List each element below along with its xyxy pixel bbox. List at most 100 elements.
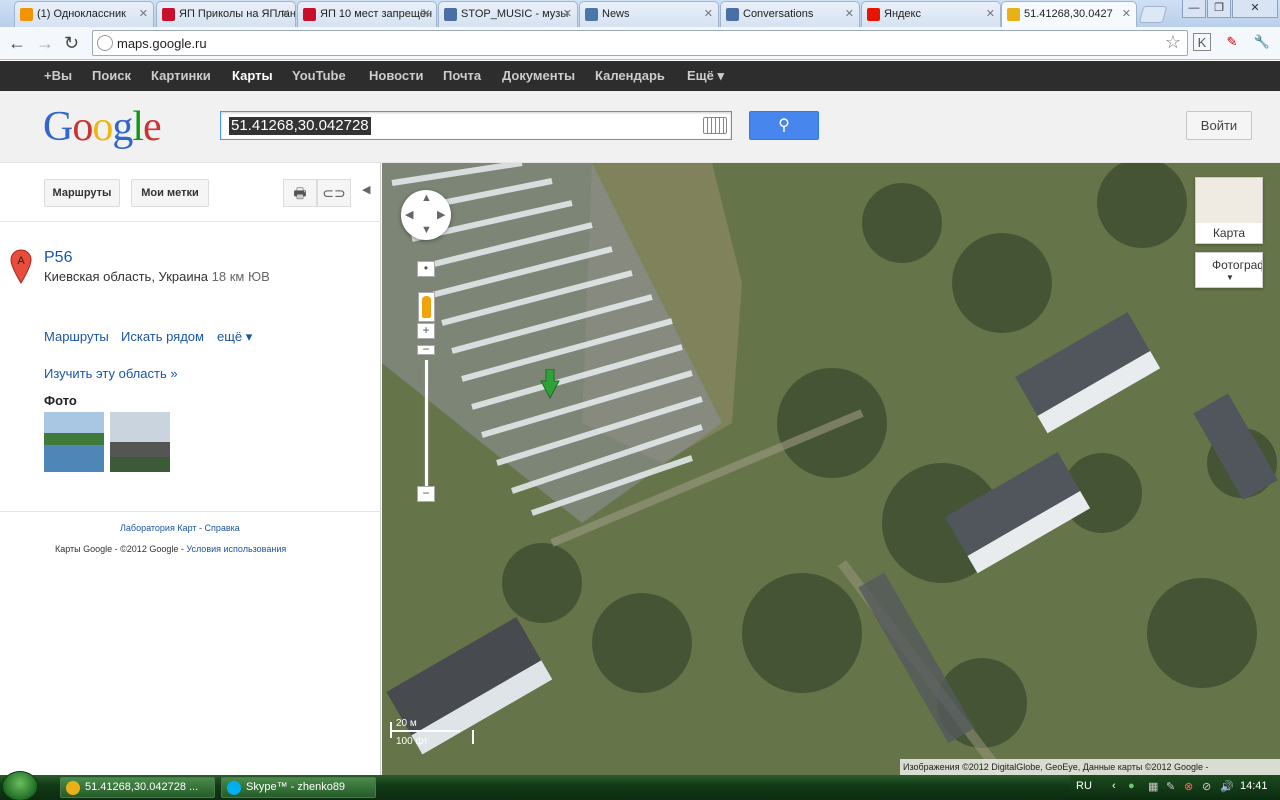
browser-tab[interactable]: ЯП 10 мест запрещён ✕ <box>297 1 437 27</box>
tray-app-icon[interactable]: ✎ <box>1166 780 1175 793</box>
pan-right-icon[interactable]: ▶ <box>437 208 445 221</box>
gbar-item-youtube[interactable]: YouTube <box>292 68 346 83</box>
pan-control[interactable]: ▲ ▼ ◀ ▶ <box>401 190 451 240</box>
wrench-icon[interactable]: 🔧 <box>1253 33 1271 51</box>
marker-a-icon[interactable]: A <box>10 249 32 285</box>
browser-tab[interactable]: Conversations ✕ <box>720 1 860 27</box>
vk-icon <box>585 8 598 21</box>
extension-icon[interactable]: ✎ <box>1223 33 1241 51</box>
gbar-item-images[interactable]: Картинки <box>151 68 211 83</box>
taskbar-item-skype[interactable]: Skype™ - zhenko89 <box>221 777 376 798</box>
skype-icon <box>227 781 241 795</box>
google-logo[interactable]: Google <box>43 105 162 149</box>
minimize-button[interactable]: — <box>1182 0 1206 18</box>
tray-app-icon[interactable]: ● <box>1128 780 1135 792</box>
gbar-item-search[interactable]: Поиск <box>92 68 131 83</box>
satellite-imagery[interactable] <box>382 163 1280 775</box>
gbar-item-maps[interactable]: Карты <box>232 68 273 83</box>
more-link[interactable]: ещё ▾ <box>217 329 252 345</box>
zoom-slider[interactable] <box>425 360 428 495</box>
close-icon[interactable]: ✕ <box>422 2 431 26</box>
close-icon[interactable]: ✕ <box>563 2 572 26</box>
gbar-item-mail[interactable]: Почта <box>443 68 481 83</box>
photo-thumbnail[interactable] <box>44 412 104 472</box>
directions-button[interactable]: Маршруты <box>44 179 120 207</box>
link-button[interactable]: ⊂⊃ <box>317 179 351 207</box>
tray-expand-icon[interactable]: ‹ <box>1112 780 1116 792</box>
explore-area-link[interactable]: Изучить эту область » <box>44 366 178 381</box>
collapse-panel-icon[interactable]: ◀ <box>362 183 370 196</box>
close-icon[interactable]: ✕ <box>281 2 290 26</box>
browser-tab[interactable]: STOP_MUSIC - музы ✕ <box>438 1 578 27</box>
gbar-item-calendar[interactable]: Календарь <box>595 68 665 83</box>
gbar-item-docs[interactable]: Документы <box>502 68 575 83</box>
search-icon: ⚲ <box>778 117 790 134</box>
close-icon[interactable]: ✕ <box>986 2 995 26</box>
satellite-map[interactable]: ▲ ▼ ◀ ▶ • + − − Карта Фотография ▼ 20 м … <box>382 163 1280 775</box>
location-arrow-marker-icon[interactable] <box>540 369 560 399</box>
reload-icon[interactable]: ↻ <box>64 32 79 54</box>
maptype-photo-button[interactable]: Фотография ▼ <box>1195 252 1263 288</box>
taskbar-item-chrome[interactable]: 51.41268,30.042728 ... <box>60 777 215 798</box>
maps-labs-link[interactable]: Лаборатория Карт <box>120 523 197 533</box>
link-icon: ⊂⊃ <box>322 185 346 201</box>
place-address: Киевская область, Украина 18 км ЮВ <box>44 269 270 284</box>
pan-down-icon[interactable]: ▼ <box>421 224 432 236</box>
close-icon[interactable]: ✕ <box>1122 2 1131 26</box>
gbar-item-news[interactable]: Новости <box>369 68 424 83</box>
place-title[interactable]: Р56 <box>44 249 72 267</box>
extension-icon[interactable]: K <box>1193 33 1211 51</box>
zoom-reset-button[interactable]: • <box>417 261 435 277</box>
network-icon[interactable]: ▦ <box>1148 780 1158 793</box>
back-icon[interactable]: ← <box>8 32 26 54</box>
taskbar-item-label: Skype™ - zhenko89 <box>246 781 346 793</box>
start-button[interactable] <box>2 771 38 800</box>
my-places-button[interactable]: Мои метки <box>131 179 209 207</box>
close-icon[interactable]: ✕ <box>845 2 854 26</box>
pan-left-icon[interactable]: ◀ <box>405 208 413 221</box>
close-window-button[interactable]: ✕ <box>1232 0 1278 18</box>
taskbar-item-label: 51.41268,30.042728 ... <box>85 781 199 793</box>
pegman-icon[interactable] <box>418 292 435 322</box>
login-button[interactable]: Войти <box>1186 111 1252 140</box>
maximize-button[interactable]: ❐ <box>1207 0 1231 18</box>
browser-tab[interactable]: Яндекс ✕ <box>861 1 1001 27</box>
new-tab-button[interactable] <box>1138 6 1168 23</box>
gbar-item-more[interactable]: Ещё ▾ <box>687 68 724 84</box>
close-icon[interactable]: ✕ <box>139 2 148 26</box>
chevron-down-icon: ▼ <box>1226 273 1234 282</box>
divider <box>0 221 381 222</box>
map-attribution: Изображения ©2012 DigitalGlobe, GeoEye, … <box>900 759 1280 775</box>
help-link[interactable]: Справка <box>205 523 240 533</box>
pan-up-icon[interactable]: ▲ <box>421 192 432 204</box>
place-directions-link[interactable]: Маршруты <box>44 329 109 344</box>
zoom-out-button[interactable]: − <box>417 486 435 502</box>
tray-app-icon[interactable]: ⊘ <box>1202 780 1211 793</box>
search-value: 51.41268,30.042728 <box>229 117 371 135</box>
forward-icon[interactable]: → <box>36 32 54 54</box>
print-button[interactable]: 🖶 <box>283 179 317 207</box>
bookmark-star-icon[interactable]: ☆ <box>1165 32 1181 53</box>
maptype-map-button[interactable]: Карта <box>1195 177 1263 244</box>
volume-icon[interactable]: 🔊 <box>1220 780 1234 793</box>
zoom-slider-handle[interactable]: − <box>417 343 435 355</box>
tray-app-icon[interactable]: ⊗ <box>1184 780 1193 793</box>
clock[interactable]: 14:41 <box>1240 780 1268 792</box>
keyboard-icon[interactable] <box>703 117 727 134</box>
search-button[interactable]: ⚲ <box>749 111 819 140</box>
browser-tab[interactable]: News ✕ <box>579 1 719 27</box>
search-nearby-link[interactable]: Искать рядом <box>121 329 204 344</box>
search-input[interactable]: 51.41268,30.042728 <box>220 111 732 140</box>
address-bar[interactable]: maps.google.ru ☆ <box>92 30 1188 56</box>
language-indicator[interactable]: RU <box>1076 780 1092 792</box>
terms-link[interactable]: Условия использования <box>186 544 286 554</box>
zoom-in-button[interactable]: + <box>417 323 435 339</box>
close-icon[interactable]: ✕ <box>704 2 713 26</box>
browser-tab[interactable]: ЯП Приколы на ЯПлан ✕ <box>156 1 296 27</box>
gbar-item-plus[interactable]: +Вы <box>44 68 72 83</box>
odnoklassniki-icon <box>20 8 33 21</box>
photo-thumbnail[interactable] <box>110 412 170 472</box>
yaplakal-icon <box>162 8 175 21</box>
browser-tab-active[interactable]: 51.41268,30.0427 ✕ <box>1001 1 1137 28</box>
browser-tab[interactable]: (1) Одноклассник ✕ <box>14 1 154 27</box>
